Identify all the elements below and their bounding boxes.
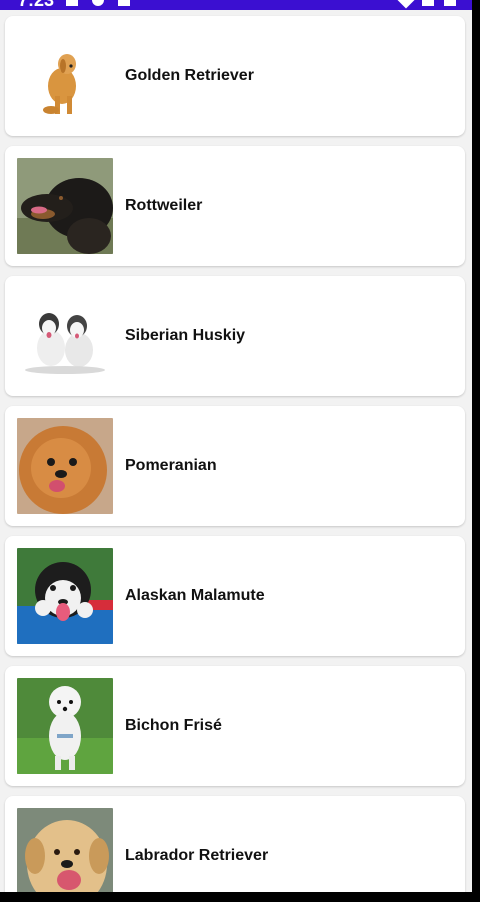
signal-icon <box>422 0 434 6</box>
breed-name: Siberian Huskiy <box>125 327 246 344</box>
breed-card[interactable]: Labrador Retriever <box>5 796 465 892</box>
battery-icon <box>444 0 456 6</box>
pomeranian-photo <box>17 418 113 514</box>
bichon-frise-photo <box>17 678 113 774</box>
breed-name: Bichon Frisé <box>125 717 222 734</box>
breed-card[interactable]: Rottweiler <box>5 146 465 266</box>
golden-retriever-photo <box>17 28 113 124</box>
rottweiler-photo <box>17 158 113 254</box>
breed-name: Alaskan Malamute <box>125 587 265 604</box>
screen-edge <box>472 0 480 902</box>
wifi-icon <box>397 0 415 9</box>
siberian-husky-photo <box>17 288 113 384</box>
breed-card[interactable]: Siberian Huskiy <box>5 276 465 396</box>
breed-name: Pomeranian <box>125 457 217 474</box>
breed-list[interactable]: Golden Retriever Rottweiler Siberian Hus… <box>0 10 472 892</box>
breed-card[interactable]: Golden Retriever <box>5 16 465 136</box>
labrador-retriever-photo <box>17 808 113 892</box>
alaskan-malamute-photo <box>17 548 113 644</box>
breed-card[interactable]: Alaskan Malamute <box>5 536 465 656</box>
breed-card[interactable]: Pomeranian <box>5 406 465 526</box>
shield-icon <box>92 0 104 6</box>
status-time: 7:23 <box>18 0 55 10</box>
breed-name: Rottweiler <box>125 197 203 214</box>
navigation-bar <box>0 892 480 902</box>
breed-card[interactable]: Bichon Frisé <box>5 666 465 786</box>
breed-name: Labrador Retriever <box>125 847 269 864</box>
sd-card-icon <box>118 0 130 6</box>
breed-name: Golden Retriever <box>125 67 254 84</box>
notification-icon <box>66 0 78 6</box>
status-bar: 7:23 <box>0 0 472 10</box>
